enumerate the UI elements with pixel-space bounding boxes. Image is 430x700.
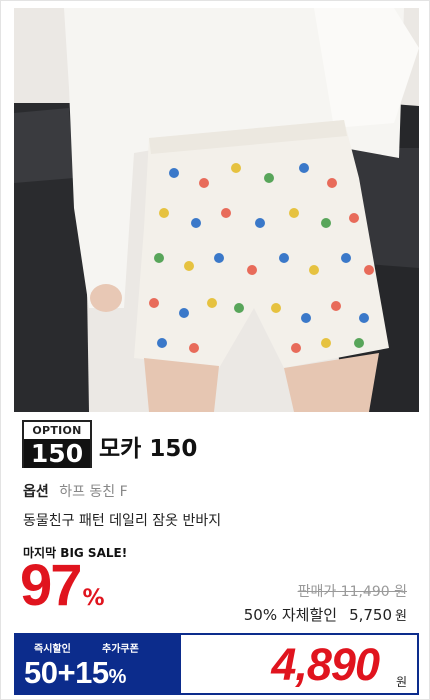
option-badge-label: OPTION <box>24 422 90 439</box>
coupon-value: 50+15% <box>24 655 126 691</box>
coupon-extra-label: 추가쿠폰 <box>102 644 139 655</box>
discount-number: 97 <box>20 553 82 618</box>
final-price-box[interactable]: 4,890 원 <box>179 633 419 695</box>
coupon-value-pct: % <box>108 666 127 688</box>
self-discount: 50% 자체할인 5,750 원 <box>244 604 407 625</box>
self-discount-price: 5,750 <box>349 606 393 624</box>
product-image[interactable] <box>14 8 419 412</box>
option-value: 하프 동친 F <box>59 484 128 500</box>
discount-symbol: % <box>82 586 105 611</box>
coupon-box[interactable]: 즉시할인 추가쿠폰 50+15% <box>14 633 179 695</box>
product-card[interactable]: OPTION 150 모카 150 옵션 하프 동친 F 동물친구 패턴 데일리… <box>0 0 430 700</box>
shorts-photo-icon <box>14 8 419 412</box>
final-price-won: 원 <box>395 675 407 689</box>
discount-percent: 97% <box>20 557 105 615</box>
original-price: 판매가 11,490 원 <box>297 584 407 600</box>
option-name: 모카 150 <box>99 436 198 462</box>
option-badge-number: 150 <box>24 439 90 468</box>
final-price: 4,890 <box>271 639 380 690</box>
coupon-instant-label: 즉시할인 <box>34 644 71 655</box>
coupon-value-number: 50+15 <box>24 655 109 690</box>
product-description: 동물친구 패턴 데일리 잠옷 반바지 <box>23 513 222 529</box>
option-badge: OPTION 150 <box>22 420 92 468</box>
self-discount-won: 원 <box>395 609 407 624</box>
option-label: 옵션 <box>23 484 49 500</box>
option-line: 옵션 하프 동친 F <box>23 481 128 501</box>
self-discount-rate: 50% 자체할인 <box>243 606 338 624</box>
